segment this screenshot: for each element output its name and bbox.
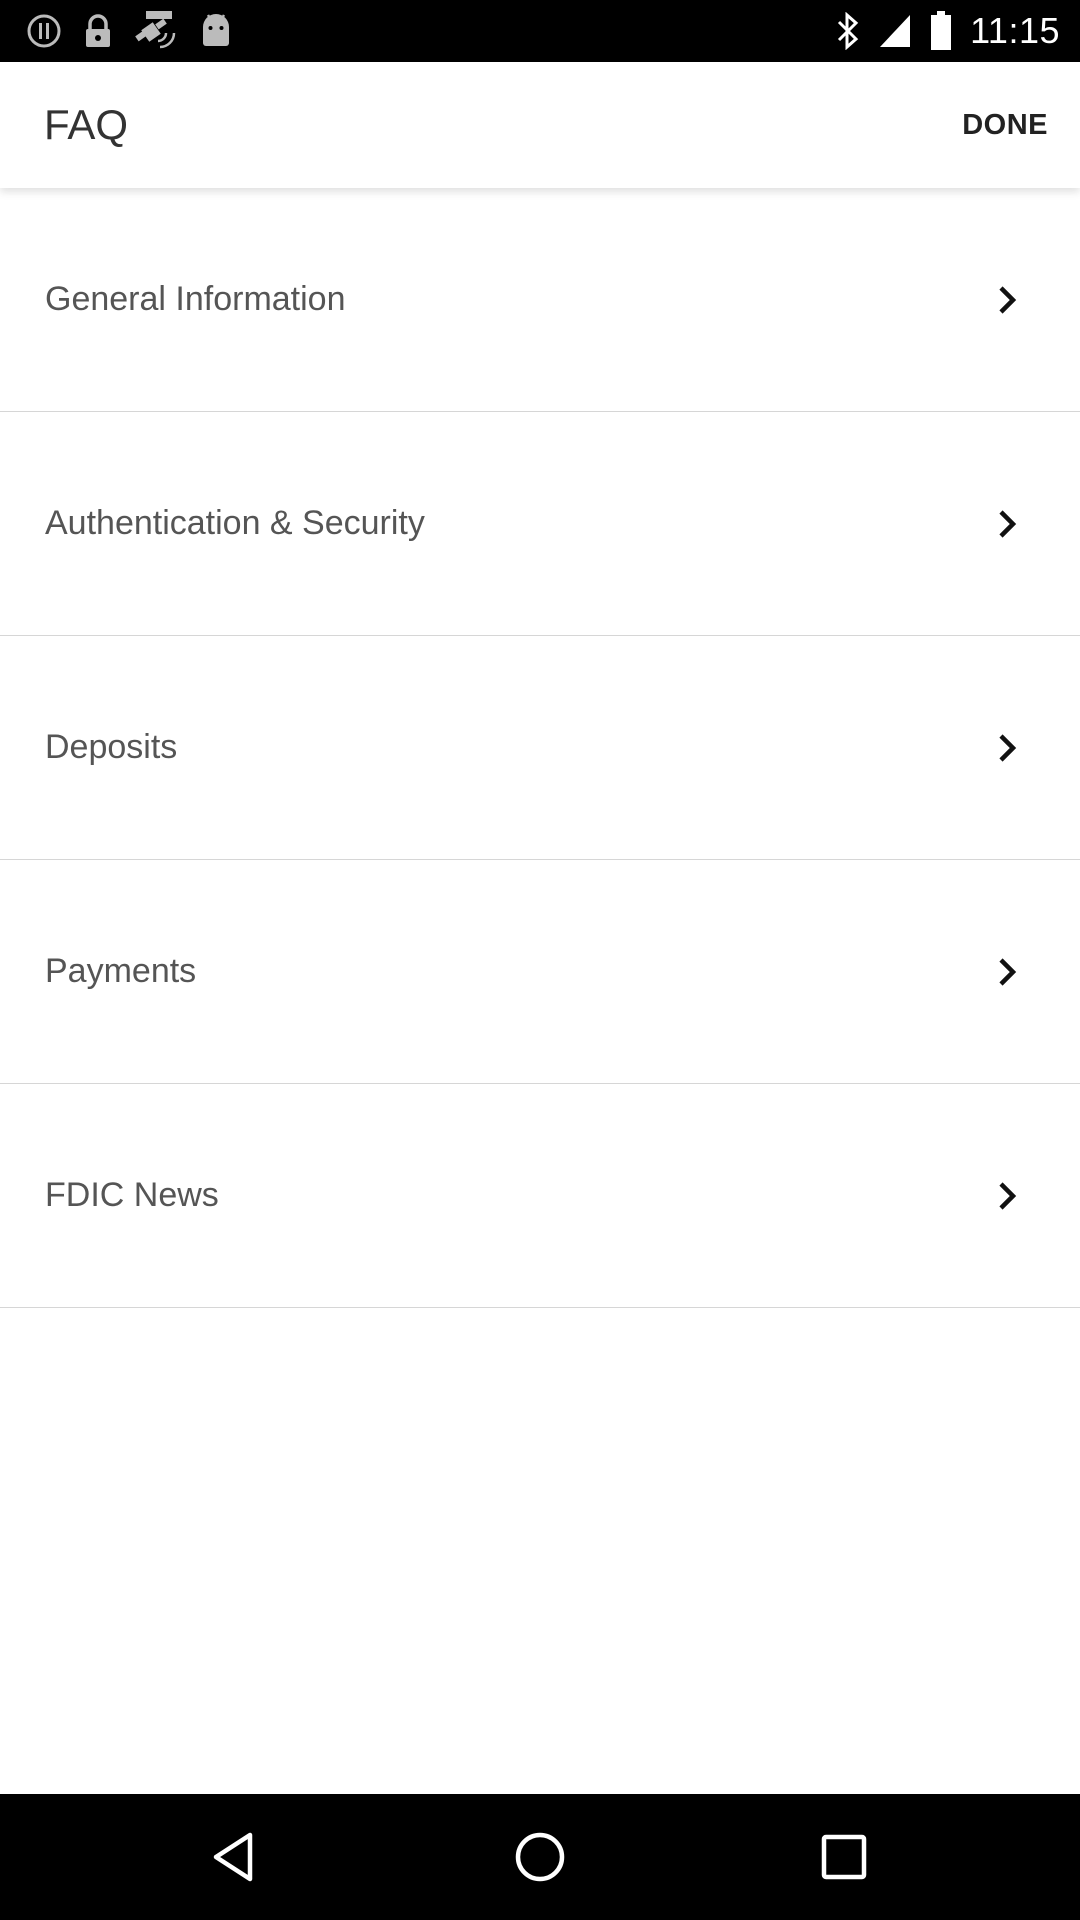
status-icons-right: 11:15 bbox=[836, 10, 1060, 52]
chevron-right-icon bbox=[999, 958, 1017, 986]
done-button[interactable]: DONE bbox=[962, 62, 1048, 188]
navigation-bar bbox=[0, 1794, 1080, 1920]
android-icon bbox=[203, 14, 229, 46]
home-icon[interactable] bbox=[510, 1827, 570, 1887]
faq-item-label: Deposits bbox=[45, 728, 178, 766]
app-bar: FAQ DONE bbox=[0, 62, 1080, 188]
signal-icon bbox=[880, 15, 911, 47]
back-icon[interactable] bbox=[206, 1827, 266, 1887]
bluetooth-icon bbox=[838, 12, 859, 50]
recents-icon[interactable] bbox=[814, 1827, 874, 1887]
status-icons-left bbox=[26, 10, 234, 52]
battery-icon bbox=[931, 11, 952, 50]
chevron-right-icon bbox=[999, 286, 1017, 314]
faq-item-authentication-security[interactable]: Authentication & Security bbox=[0, 412, 1080, 636]
chevron-right-icon bbox=[999, 734, 1017, 762]
fake-gps-icon bbox=[135, 11, 176, 49]
faq-item-label: Authentication & Security bbox=[45, 504, 425, 542]
page-title: FAQ bbox=[44, 101, 129, 148]
chevron-right-icon bbox=[999, 510, 1017, 538]
faq-item-label: Payments bbox=[45, 952, 197, 990]
faq-item-deposits[interactable]: Deposits bbox=[0, 636, 1080, 860]
faq-item-label: FDIC News bbox=[45, 1176, 219, 1214]
status-time: 11:15 bbox=[970, 10, 1060, 51]
chevron-right-icon bbox=[999, 1182, 1017, 1210]
alert-icon bbox=[27, 14, 61, 48]
faq-item-payments[interactable]: Payments bbox=[0, 860, 1080, 1084]
faq-list: General Information Authentication & Sec… bbox=[0, 188, 1080, 1308]
faq-item-label: General Information bbox=[45, 280, 346, 318]
faq-item-fdic-news[interactable]: FDIC News bbox=[0, 1084, 1080, 1308]
status-bar: 11:15 bbox=[0, 0, 1080, 62]
faq-item-general-information[interactable]: General Information bbox=[0, 188, 1080, 412]
lock-icon bbox=[86, 14, 110, 47]
